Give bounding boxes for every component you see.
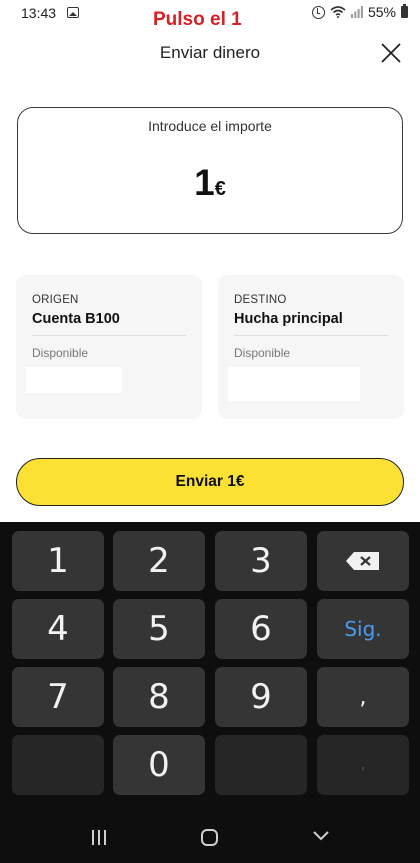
origin-label: ORIGEN xyxy=(32,294,79,306)
send-button[interactable]: Enviar 1€ xyxy=(16,458,404,506)
amount-value: 1 xyxy=(194,162,215,203)
amount-input[interactable]: 1€ xyxy=(18,162,402,204)
battery-icon xyxy=(401,4,408,18)
destination-available-label: Disponible xyxy=(234,346,291,360)
key-8[interactable]: 8 xyxy=(113,667,205,727)
home-icon[interactable] xyxy=(201,829,218,846)
status-time: 13:43 xyxy=(21,5,57,21)
destination-account-card[interactable]: DESTINO Hucha principal Disponible xyxy=(218,275,404,419)
navigation-bar xyxy=(0,808,420,863)
destination-divider xyxy=(234,335,388,336)
signal-icon xyxy=(350,6,363,18)
origin-account-name: Cuenta B100 xyxy=(32,311,120,327)
origin-divider xyxy=(32,335,186,336)
amount-currency: € xyxy=(214,178,226,200)
key-9[interactable]: 9 xyxy=(215,667,307,727)
key-7[interactable]: 7 xyxy=(12,667,104,727)
page-title: Enviar dinero xyxy=(159,43,261,62)
destination-account-name: Hucha principal xyxy=(234,311,343,327)
key-1[interactable]: 1 xyxy=(12,531,104,591)
back-icon[interactable] xyxy=(312,827,330,845)
comma-alt-key[interactable]: , xyxy=(317,735,409,795)
backspace-icon xyxy=(346,552,379,570)
backspace-key[interactable] xyxy=(317,531,409,591)
key-2[interactable]: 2 xyxy=(113,531,205,591)
origin-account-card[interactable]: ORIGEN Cuenta B100 Disponible xyxy=(16,275,202,419)
origin-available-value xyxy=(26,367,122,393)
amount-label: Introduce el importe xyxy=(148,118,272,134)
next-key[interactable]: Sig. xyxy=(317,599,409,659)
battery-percent: 55% xyxy=(367,4,396,20)
key-5[interactable]: 5 xyxy=(113,599,205,659)
alarm-icon xyxy=(311,5,325,19)
key-4[interactable]: 4 xyxy=(12,599,104,659)
destination-label: DESTINO xyxy=(234,294,287,306)
key-6[interactable]: 6 xyxy=(215,599,307,659)
recent-apps-icon[interactable] xyxy=(92,830,106,845)
key-3[interactable]: 3 xyxy=(215,531,307,591)
gallery-icon xyxy=(67,7,79,18)
key-0[interactable]: 0 xyxy=(113,735,205,795)
empty-key xyxy=(12,735,104,795)
amount-card[interactable]: Introduce el importe 1€ xyxy=(17,107,403,234)
comma-key[interactable]: , xyxy=(317,667,409,727)
annotation-label: Pulso el 1 xyxy=(153,9,242,30)
destination-available-value xyxy=(228,367,360,401)
close-button[interactable] xyxy=(378,40,404,66)
close-icon xyxy=(381,43,401,63)
status-icons: 55% xyxy=(311,4,408,20)
empty-key xyxy=(215,735,307,795)
wifi-icon xyxy=(330,6,346,18)
origin-available-label: Disponible xyxy=(32,346,89,360)
